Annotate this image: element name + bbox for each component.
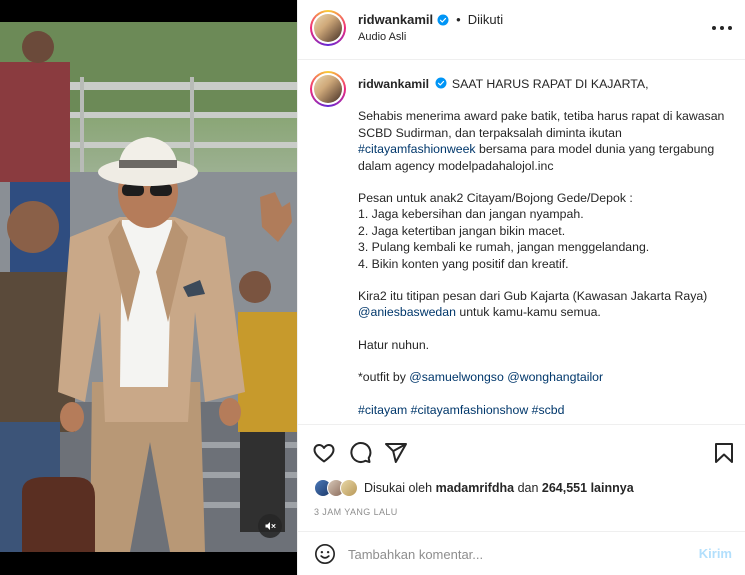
comment-icon[interactable] [348, 441, 372, 465]
likes-count-link[interactable]: 264,551 lainnya [542, 481, 634, 495]
action-bar [298, 425, 745, 475]
caption-paragraph-2: Pesan untuk anak2 Citayam/Bojong Gede/De… [358, 190, 733, 272]
send-comment-button[interactable]: Kirim [699, 546, 732, 561]
profile-picture [314, 75, 342, 103]
caption-text: ridwankamil SAAT HARUS RAPAT DI KAJARTA,… [358, 76, 733, 418]
caption-paragraph-4: Hatur nuhun. [358, 337, 430, 352]
liker-username[interactable]: madamrifdha [436, 481, 515, 495]
share-icon[interactable] [384, 441, 408, 465]
avatar[interactable] [310, 10, 346, 46]
list-item: 2. Jaga ketertiban jangan bikin macet. [358, 223, 566, 238]
caption-text-span: Sehabis menerima award pake batik, tetib… [358, 109, 725, 140]
likes-count: 264,551 [541, 481, 588, 495]
verified-badge-icon [435, 77, 446, 89]
caption-title: SAAT HARUS RAPAT DI KAJARTA, [451, 77, 649, 91]
header-user-row: ridwankamil • Diikuti [358, 12, 503, 27]
more-options-button[interactable] [712, 20, 732, 36]
post-details-panel: ridwankamil • Diikuti Audio Asli ridwank… [297, 0, 745, 575]
bookmark-icon[interactable] [712, 441, 736, 465]
instagram-post-view: ridwankamil • Diikuti Audio Asli ridwank… [0, 0, 745, 575]
list-item: 4. Bikin konten yang positif dan kreatif… [358, 256, 569, 271]
post-header: ridwankamil • Diikuti Audio Asli [298, 0, 745, 60]
mention-link[interactable]: @samuelwongso [409, 370, 504, 384]
caption-paragraph-6: #citayam #citayamfashionshow #scbd [358, 402, 733, 418]
caption-text-line: Pesan untuk anak2 Citayam/Bojong Gede/De… [358, 191, 633, 206]
muted-speaker-icon [265, 522, 276, 530]
caption-text-span: *outfit by [358, 370, 406, 385]
list-item: 1. Jaga kebersihan dan jangan nyampah. [358, 207, 584, 222]
comment-box: Kirim [298, 531, 745, 575]
separator-dot: • [456, 12, 461, 27]
hashtag-link[interactable]: #citayam [358, 403, 407, 417]
mute-toggle-button[interactable] [258, 514, 282, 538]
caption-title-line: ridwankamil SAAT HARUS RAPAT DI KAJARTA, [358, 76, 733, 92]
emoji-icon[interactable] [314, 543, 336, 565]
audio-label[interactable]: Audio Asli [358, 31, 406, 43]
likes-summary: Disukai oleh madamrifdha dan 264,551 lai… [314, 478, 634, 498]
verified-badge-icon [437, 14, 449, 25]
follow-status-button[interactable]: Diikuti [468, 12, 503, 27]
more-options-icon [712, 26, 716, 30]
caption-paragraph-5: *outfit by @samuelwongso @wonghangtailor [358, 369, 733, 385]
avatar [340, 479, 358, 497]
likes-suffix: lainnya [590, 481, 634, 495]
post-caption: ridwankamil SAAT HARUS RAPAT DI KAJARTA,… [298, 60, 745, 425]
post-video[interactable] [0, 22, 297, 552]
caption-avatar[interactable] [310, 71, 346, 107]
hashtag-link[interactable]: #citayamfashionshow [411, 403, 529, 417]
comment-input[interactable] [348, 542, 678, 566]
caption-text-span: untuk kamu-kamu semua. [459, 305, 601, 320]
liker-avatars[interactable] [314, 479, 358, 497]
header-username[interactable]: ridwankamil [358, 12, 433, 27]
mention-link[interactable]: @aniesbaswedan [358, 305, 456, 319]
profile-picture [314, 14, 342, 42]
mention-link[interactable]: @wonghangtailor [507, 370, 603, 384]
likes-prefix: Disukai oleh [364, 481, 433, 495]
caption-paragraph-1: Sehabis menerima award pake batik, tetib… [358, 108, 733, 174]
likes-text: Disukai oleh madamrifdha dan 264,551 lai… [364, 481, 634, 495]
post-media[interactable] [0, 0, 297, 575]
likes-middle: dan [517, 481, 539, 495]
video-frame-illustration [0, 22, 297, 552]
post-timestamp[interactable]: 3 JAM YANG LALU [314, 507, 398, 517]
hashtag-link[interactable]: #scbd [532, 403, 565, 417]
caption-paragraph-3: Kira2 itu titipan pesan dari Gub Kajarta… [358, 288, 733, 321]
list-item: 3. Pulang kembali ke rumah, jangan mengg… [358, 240, 650, 255]
caption-username[interactable]: ridwankamil [358, 77, 429, 91]
heart-icon[interactable] [312, 441, 336, 465]
caption-text-span: Kira2 itu titipan pesan dari Gub Kajarta… [358, 289, 708, 304]
hashtag-link[interactable]: #citayamfashionweek [358, 142, 476, 156]
